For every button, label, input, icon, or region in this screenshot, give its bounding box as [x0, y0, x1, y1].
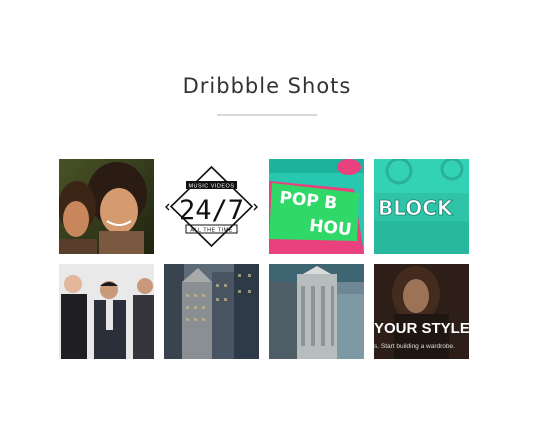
svg-text:24/7: 24/7	[179, 195, 244, 226]
women-portrait-photo	[59, 159, 154, 254]
shot-subcaption: s. Start building a wardrobe.	[374, 343, 455, 350]
shot-thumbnail-8[interactable]: YOUR STYLE s. Start building a wardrobe.	[374, 264, 469, 359]
svg-text:ALL THE TIME: ALL THE TIME	[190, 227, 233, 233]
shots-grid: MUSIC VIDEOS 24/7 ALL THE TIME POP B HOU	[59, 159, 469, 359]
svg-text:POP: POP	[278, 188, 319, 212]
city-buildings-photo	[164, 264, 259, 359]
music-videos-logo: MUSIC VIDEOS 24/7 ALL THE TIME	[164, 159, 259, 254]
svg-text:B: B	[323, 193, 338, 214]
title-divider	[217, 114, 317, 116]
team-group-photo	[59, 264, 154, 359]
shot-caption: YOUR STYLE	[374, 320, 469, 337]
shot-thumbnail-6[interactable]	[164, 264, 259, 359]
skyscraper-aerial-photo	[269, 264, 364, 359]
block-lettering: BLOCK	[374, 159, 469, 254]
shot-thumbnail-7[interactable]	[269, 264, 364, 359]
shot-thumbnail-1[interactable]	[59, 159, 154, 254]
svg-text:BLOCK: BLOCK	[378, 196, 454, 220]
shot-thumbnail-5[interactable]	[59, 264, 154, 359]
shot-thumbnail-4[interactable]: BLOCK	[374, 159, 469, 254]
pop-house-lettering: POP B HOU	[269, 159, 364, 254]
shot-thumbnail-2[interactable]: MUSIC VIDEOS 24/7 ALL THE TIME	[164, 159, 259, 254]
svg-text:MUSIC VIDEOS: MUSIC VIDEOS	[188, 184, 234, 190]
section-title: Dribbble Shots	[182, 74, 352, 98]
shot-thumbnail-3[interactable]: POP B HOU	[269, 159, 364, 254]
